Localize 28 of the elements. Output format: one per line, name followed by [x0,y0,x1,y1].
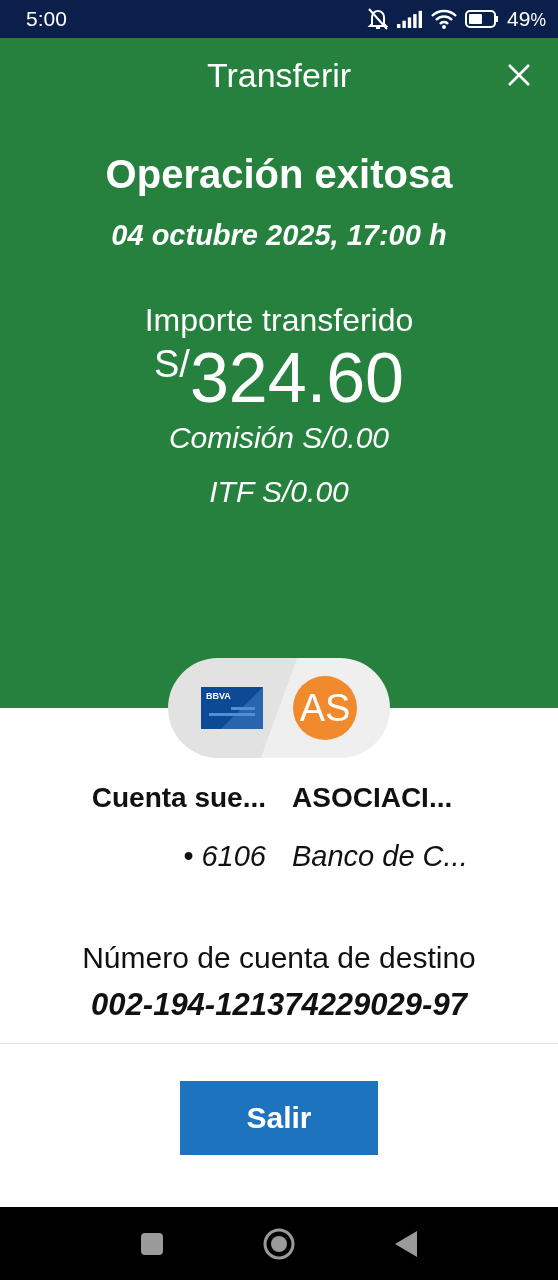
recipient-name: ASOCIACI... [292,782,453,814]
destination-account-number: 002-194-121374229029-97 [91,987,467,1023]
currency-symbol: S/ [154,345,190,383]
operation-date: 04 octubre 2025, 17:00 h [111,219,447,252]
origin-account-name: Cuenta sue... [91,782,266,814]
amount-label: Importe transferido [144,302,414,339]
battery-icon [465,10,500,28]
commission-text: Comisión S/0.00 [168,421,390,455]
battery-percent: 49% [507,7,546,31]
bank-card-logo: BBVA [201,687,263,729]
close-icon [506,62,532,88]
recents-icon[interactable] [141,1232,163,1255]
recipient-avatar: AS [293,676,357,740]
back-icon[interactable] [395,1230,417,1257]
status-time: 5:00 [26,7,67,31]
origin-account-number: • 6106 [183,840,266,873]
close-button[interactable] [506,62,532,88]
home-icon[interactable] [263,1227,295,1260]
muted-bell-icon [367,7,390,31]
signal-icon [397,10,424,28]
exit-button[interactable]: Salir [180,1081,378,1155]
amount-value: 324.60 [189,343,404,413]
destination-account-label: Número de cuenta de destino [82,941,476,975]
recipient-bank: Banco de C... [292,840,468,873]
success-title: Operación exitosa [105,152,453,197]
screen-title: Transferir [206,55,352,95]
itf-text: ITF S/0.00 [209,475,349,509]
wifi-icon [431,9,458,29]
